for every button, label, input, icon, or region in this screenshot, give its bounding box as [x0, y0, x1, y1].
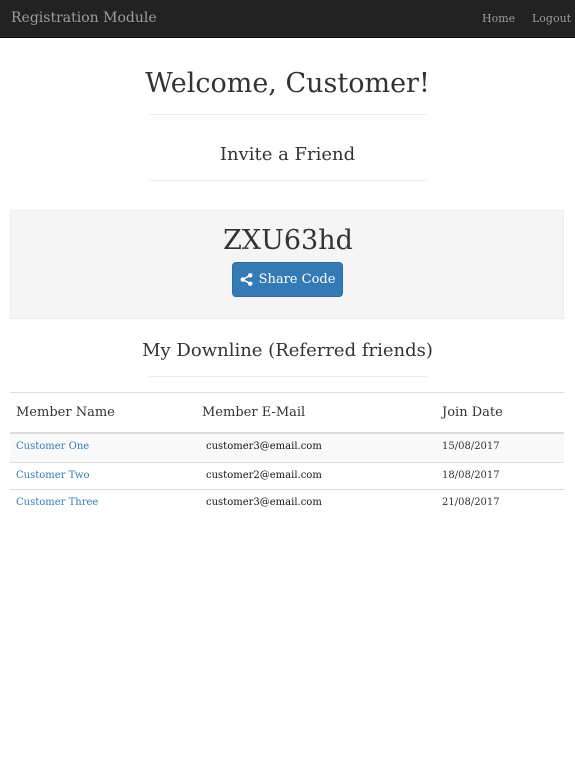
member-name-link[interactable]: Customer One — [16, 441, 89, 452]
page-title: Welcome, Customer! — [145, 68, 430, 99]
table-row: Customer Two customer2@email.com 18/08/2… — [10, 461, 564, 490]
table-row: Customer Three customer3@email.com 21/08… — [10, 489, 564, 517]
column-header-member-email: Member E-Mail — [202, 405, 306, 420]
brand-link[interactable]: Registration Module — [11, 10, 157, 26]
join-date: 18/08/2017 — [442, 469, 500, 481]
nav-home-link[interactable]: Home — [482, 12, 515, 25]
navbar: Registration Module Home Logout — [0, 0, 575, 38]
nav-logout-link[interactable]: Logout — [532, 12, 571, 25]
downline-heading: My Downline (Referred friends) — [142, 340, 433, 361]
share-alt-icon — [240, 273, 253, 286]
share-code-label: Share Code — [258, 272, 336, 287]
downline-table: Member Name Member E-Mail Join Date Cust… — [10, 392, 564, 517]
join-date: 21/08/2017 — [442, 497, 500, 508]
referral-code-panel: ZXU63hd Share Code — [10, 210, 564, 319]
invite-heading: Invite a Friend — [219, 144, 356, 165]
table-header: Member Name Member E-Mail Join Date — [10, 392, 564, 434]
member-email: customer2@email.com — [206, 469, 322, 481]
member-email: customer3@email.com — [206, 441, 322, 452]
join-date: 15/08/2017 — [442, 441, 500, 452]
table-row: Customer One customer3@email.com 15/08/2… — [10, 434, 564, 462]
divider — [149, 376, 427, 377]
divider — [149, 180, 427, 181]
share-code-button[interactable]: Share Code — [232, 262, 343, 297]
divider — [149, 114, 427, 115]
column-header-join-date: Join Date — [442, 405, 503, 420]
member-name-link[interactable]: Customer Two — [16, 470, 90, 481]
member-name-link[interactable]: Customer Three — [16, 497, 98, 508]
member-email: customer3@email.com — [206, 497, 322, 508]
referral-code: ZXU63hd — [223, 225, 353, 256]
column-header-member-name: Member Name — [16, 405, 115, 420]
